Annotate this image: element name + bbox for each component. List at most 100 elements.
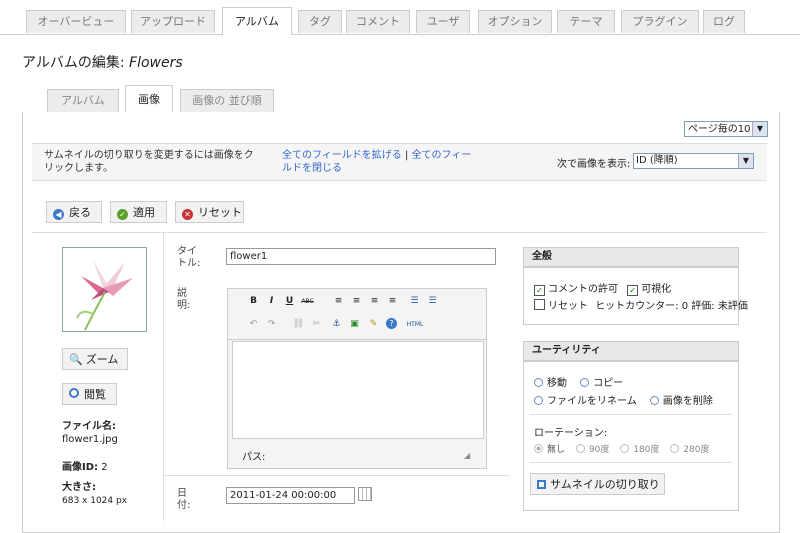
move-label: 移動 — [547, 378, 567, 389]
apply-button[interactable]: ✓ 適用 — [110, 201, 167, 223]
tab-options[interactable]: オプション — [478, 10, 552, 33]
utility-row-1: 移動 コピー — [534, 374, 623, 389]
collapse-all-link-cont[interactable]: ルドを閉じる — [282, 162, 471, 175]
description-textarea[interactable] — [232, 341, 484, 439]
description-label-1: 説 — [177, 288, 187, 299]
utility-box: 移動 コピー ファイルをリネーム 画像を削除 ローテーション: 無し 90度 1… — [523, 361, 739, 511]
reset-hits-label: リセット — [548, 301, 588, 312]
divider — [164, 475, 509, 476]
sort-select[interactable]: ID (降順) ▼ — [633, 153, 754, 169]
bullet-list-icon[interactable]: ☰ — [408, 295, 421, 308]
image-thumbnail[interactable] — [62, 247, 147, 332]
rotation-270-radio[interactable] — [670, 444, 680, 453]
main-nav: オーバービュー アップロード アルバム タグ コメント ユーザ オプション テー… — [0, 0, 800, 35]
hit-counter: ヒットカウンター: 0 — [595, 301, 689, 312]
html-icon[interactable]: HTML — [404, 318, 426, 331]
view-button[interactable]: 閲覧 — [62, 383, 117, 405]
rotation-none-radio[interactable] — [534, 444, 543, 453]
filename-label: ファイル名: — [62, 421, 116, 432]
crop-thumbnail-button[interactable]: サムネイルの切り取り — [530, 473, 665, 495]
rotation-180-radio[interactable] — [620, 444, 630, 453]
subtab-album[interactable]: アルバム — [47, 89, 119, 112]
tab-users[interactable]: ユーザ — [416, 10, 470, 33]
date-label-1: 日 — [177, 488, 187, 499]
divider — [32, 232, 767, 233]
italic-icon[interactable]: I — [265, 295, 278, 308]
zoom-button[interactable]: 🔍 ズーム — [62, 348, 128, 370]
allow-comments-checkbox[interactable]: ✓ — [534, 285, 545, 296]
title-input[interactable]: flower1 — [226, 248, 496, 265]
flower-image — [76, 260, 133, 331]
bold-icon[interactable]: B — [247, 295, 260, 308]
apply-label: 適用 — [133, 206, 155, 219]
subtabs: アルバム 画像 画像の 並び順 — [22, 85, 778, 113]
page-title: アルバムの編集: Flowers — [22, 52, 183, 72]
back-arrow-icon: ◀ — [53, 209, 64, 220]
underline-icon[interactable]: U — [283, 295, 296, 308]
tab-plugins[interactable]: プラグイン — [621, 10, 699, 33]
close-icon: ✕ — [182, 209, 193, 220]
numbered-list-icon[interactable]: ☰ — [426, 295, 439, 308]
allow-comments-label: コメントの許可 — [548, 284, 618, 295]
tab-overview[interactable]: オーバービュー — [26, 10, 126, 33]
calendar-icon[interactable] — [358, 487, 372, 501]
undo-icon[interactable]: ↶ — [247, 318, 260, 331]
tab-themes[interactable]: テーマ — [557, 10, 615, 33]
per-page-value: ページ毎の10 — [688, 124, 751, 135]
align-right-icon[interactable]: ≡ — [368, 295, 381, 308]
general-box: ✓ コメントの許可 ✓ 可視化 リセット ヒットカウンター: 0 評価: 未評価 — [523, 267, 748, 325]
circle-icon — [69, 388, 79, 398]
anchor-icon[interactable]: ⚓ — [330, 318, 343, 331]
tab-album[interactable]: アルバム — [222, 7, 292, 35]
description-label-2: 明: — [177, 300, 191, 311]
strikethrough-icon[interactable]: ABC — [301, 295, 314, 308]
image-id-label: 画像ID: — [62, 462, 99, 473]
collapse-all-link[interactable]: 全てのフィー — [412, 150, 472, 161]
reset-hits-checkbox[interactable] — [534, 299, 545, 310]
image-id-info: 画像ID: 2 — [62, 458, 108, 473]
cleanup-icon[interactable]: ✎ — [367, 318, 380, 331]
help-icon[interactable]: ? — [386, 318, 397, 329]
divider — [163, 233, 164, 521]
visible-label: 可視化 — [641, 284, 672, 295]
tab-tags[interactable]: タグ — [298, 10, 342, 33]
date-input[interactable]: 2011-01-24 00:00:00 — [226, 487, 355, 504]
tab-comments[interactable]: コメント — [346, 10, 410, 33]
general-row-2: リセット ヒットカウンター: 0 評価: 未評価 — [534, 297, 748, 312]
redo-icon[interactable]: ↷ — [265, 318, 278, 331]
image-icon[interactable]: ▣ — [348, 318, 361, 331]
delete-radio[interactable] — [649, 396, 659, 405]
align-center-icon[interactable]: ≡ — [350, 295, 363, 308]
link-icon[interactable]: ⛓ — [292, 318, 305, 331]
crop-icon — [537, 480, 546, 489]
crop-hint-line1: サムネイルの切り取りを変更するには画像をク — [44, 150, 254, 161]
align-justify-icon[interactable]: ≡ — [386, 295, 399, 308]
rename-radio[interactable] — [534, 396, 543, 405]
subtab-image-order[interactable]: 画像の 並び順 — [180, 89, 274, 112]
expand-all-link[interactable]: 全てのフィールドを拡げる — [282, 150, 402, 161]
per-page-select[interactable]: ページ毎の10 ▼ — [684, 121, 768, 137]
rotation-90-radio[interactable] — [575, 444, 585, 453]
back-button[interactable]: ◀ 戻る — [46, 201, 102, 223]
rotation-270-label: 280度 — [683, 445, 710, 455]
tab-logs[interactable]: ログ — [703, 10, 745, 33]
image-id-value: 2 — [101, 462, 108, 473]
align-left-icon[interactable]: ≡ — [332, 295, 345, 308]
back-label: 戻る — [69, 206, 91, 219]
utility-row-2: ファイルをリネーム 画像を削除 — [534, 392, 713, 407]
move-radio[interactable] — [534, 378, 543, 387]
resize-handle-icon[interactable]: ◢ — [464, 451, 470, 460]
filename-value: flower1.jpg — [62, 434, 118, 445]
visible-checkbox[interactable]: ✓ — [627, 285, 639, 296]
copy-radio[interactable] — [580, 378, 590, 387]
tab-upload[interactable]: アップロード — [131, 10, 215, 33]
unlink-icon[interactable]: ✂ — [310, 318, 323, 331]
description-label: 説 明: — [177, 288, 190, 312]
sort-value: ID (降順) — [636, 155, 678, 166]
title-label-2: トル: — [177, 258, 201, 269]
reset-button[interactable]: ✕ リセット — [175, 201, 244, 223]
subtab-images[interactable]: 画像 — [125, 85, 173, 113]
date-value: 2011-01-24 00:00:00 — [230, 490, 337, 501]
link-separator: | — [405, 150, 409, 161]
date-label: 日 付: — [177, 488, 190, 512]
